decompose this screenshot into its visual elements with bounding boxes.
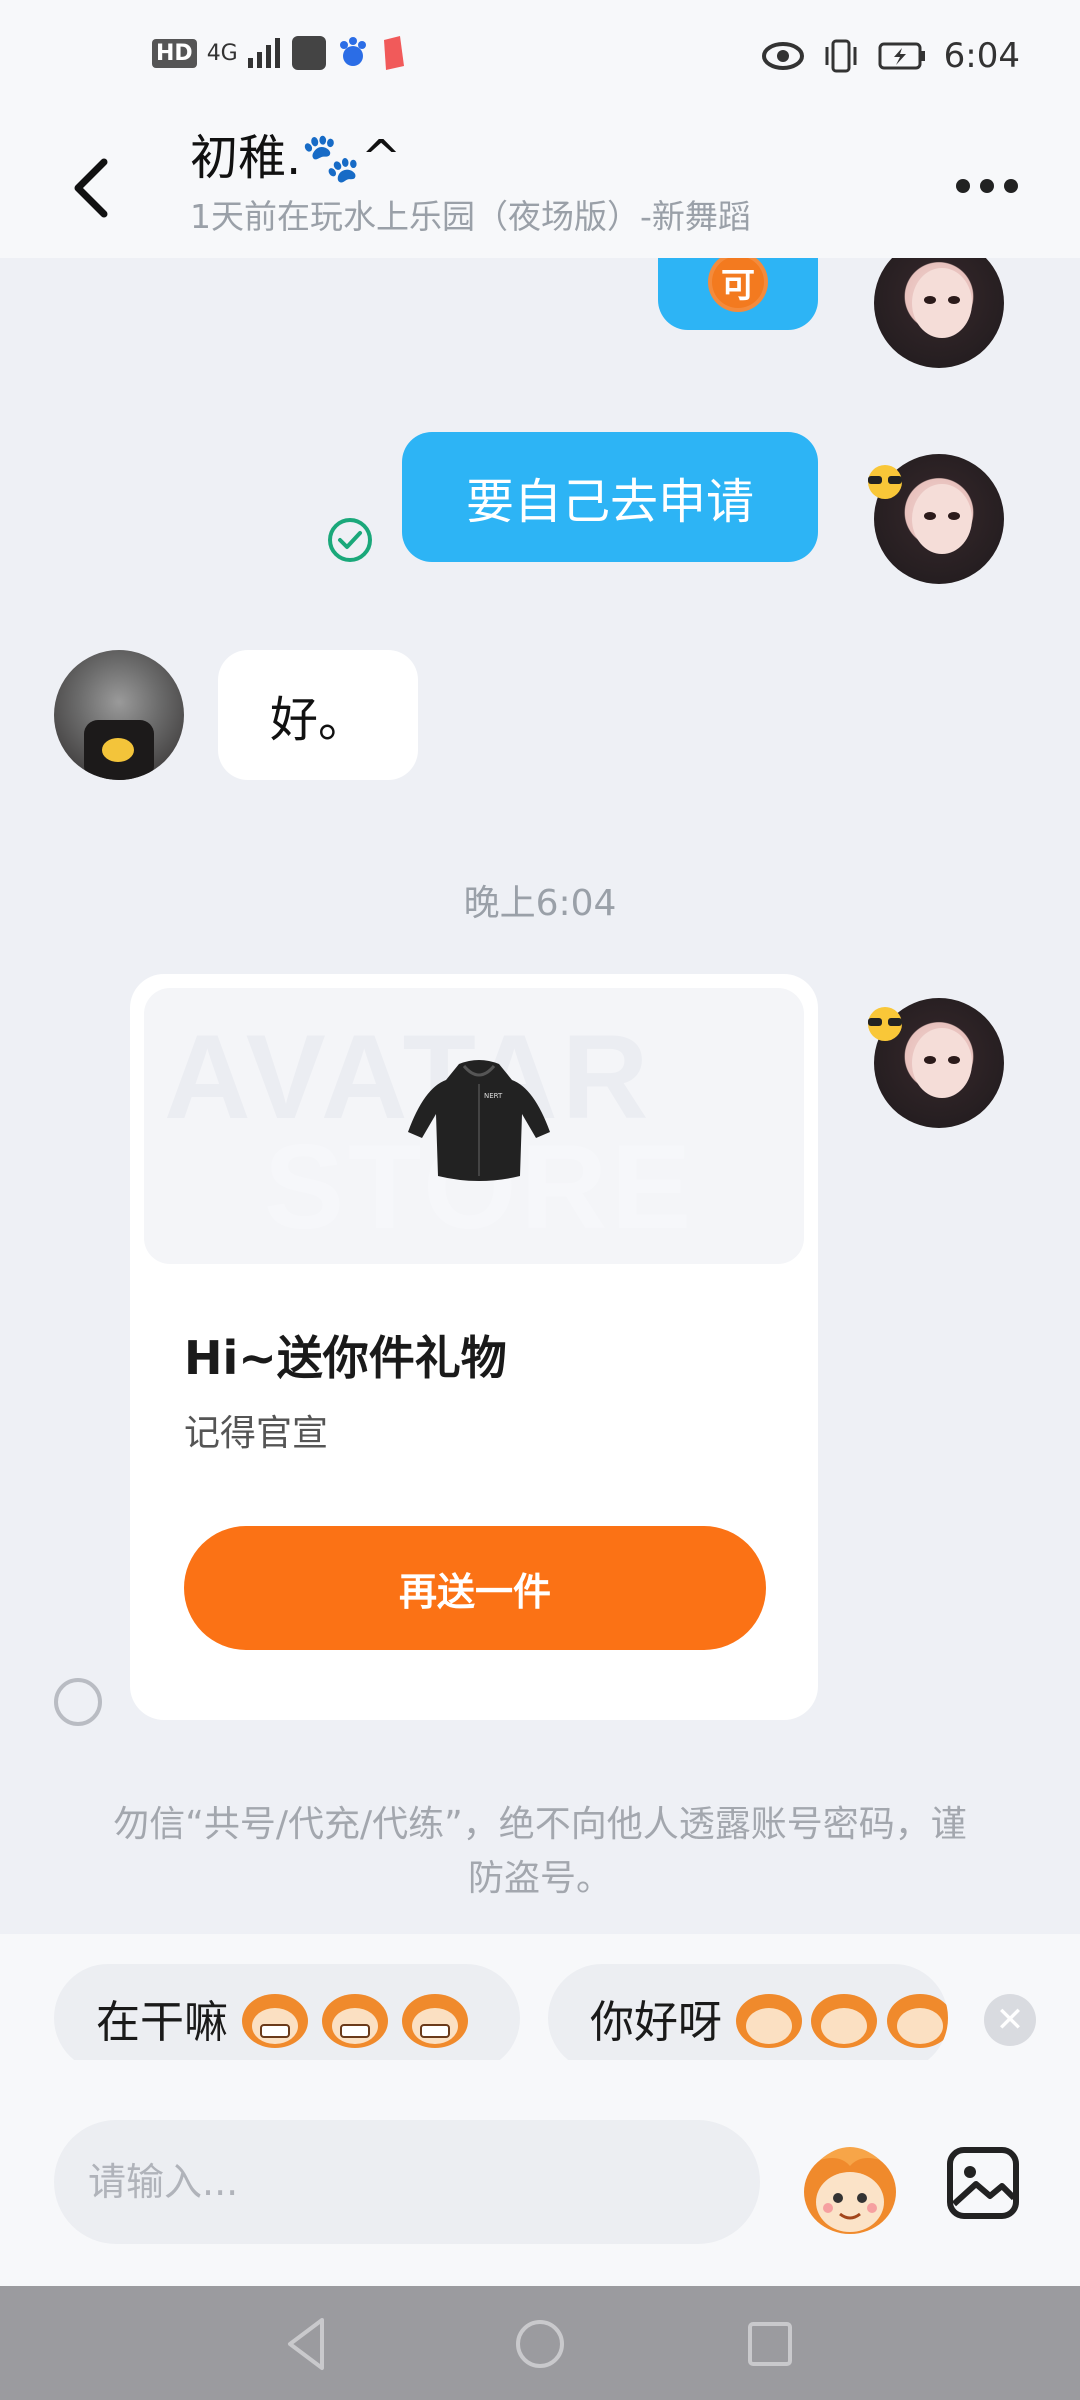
svg-text:NERT: NERT bbox=[484, 1092, 503, 1100]
more-options-icon[interactable] bbox=[956, 166, 1020, 206]
sunglasses-emoji-icon bbox=[868, 1007, 902, 1041]
contact-status: 1天前在玩水上乐园（夜场版）-新舞蹈 bbox=[190, 197, 751, 236]
nav-back-icon[interactable] bbox=[278, 2314, 338, 2374]
select-message-radio[interactable] bbox=[54, 1678, 102, 1726]
received-message[interactable]: 好。 bbox=[218, 650, 418, 780]
sent-message[interactable]: 要自己去申请 bbox=[402, 432, 818, 562]
quick-reply-text: 你好呀 bbox=[590, 1997, 722, 2048]
gift-card-title: Hi~送你件礼物 bbox=[184, 1331, 507, 1385]
grin-emoji-icon bbox=[322, 1988, 388, 2048]
chat-area[interactable]: 可 要自己去申请 好。 晚上6:04 AVATAR STORE NERT Hi~… bbox=[0, 258, 1080, 1934]
clock: 6:04 bbox=[943, 36, 1020, 76]
battery-icon bbox=[878, 42, 925, 70]
image-picker-icon[interactable] bbox=[946, 2146, 1020, 2220]
system-nav-bar bbox=[0, 2286, 1080, 2400]
coin-badge: 可 bbox=[708, 258, 768, 312]
emoji-mascot-icon[interactable] bbox=[800, 2140, 900, 2240]
app-notification-icon bbox=[291, 36, 326, 70]
contact-name[interactable]: 初稚.🐾^ bbox=[190, 118, 401, 188]
my-avatar[interactable] bbox=[874, 258, 1004, 368]
gift-card[interactable]: AVATAR STORE NERT Hi~送你件礼物 记得官宣 再送一件 bbox=[130, 974, 818, 1720]
quick-reply-chip[interactable]: 你好呀 bbox=[548, 1964, 948, 2072]
gift-card-subtitle: 记得官宣 bbox=[184, 1413, 329, 1454]
message-input[interactable] bbox=[54, 2120, 760, 2244]
sent-message[interactable]: 可 bbox=[658, 258, 818, 330]
status-right: 6:04 bbox=[761, 36, 1020, 76]
contact-avatar[interactable] bbox=[54, 650, 184, 780]
back-arrow-icon[interactable] bbox=[62, 148, 122, 228]
smile-emoji-icon bbox=[811, 1988, 878, 2048]
hd-indicator: HD bbox=[152, 38, 197, 68]
signal-icon bbox=[247, 38, 280, 68]
grin-emoji-icon bbox=[242, 1988, 308, 2048]
grin-emoji-icon bbox=[402, 1988, 468, 2048]
quick-reply-chip[interactable]: 在干嘛 bbox=[54, 1964, 520, 2072]
message-text: 要自己去申请 bbox=[465, 474, 754, 530]
close-quick-replies-icon[interactable]: ✕ bbox=[984, 1994, 1036, 2046]
network-indicator: 4G bbox=[206, 40, 238, 66]
status-left: HD 4G bbox=[152, 36, 406, 70]
nav-recents-icon[interactable] bbox=[740, 2314, 800, 2374]
sunglasses-emoji-icon bbox=[868, 465, 902, 499]
send-another-button[interactable]: 再送一件 bbox=[184, 1526, 766, 1650]
input-bar bbox=[0, 2060, 1080, 2286]
status-bar: HD 4G 6:04 bbox=[0, 0, 1080, 118]
read-check-icon bbox=[328, 518, 372, 562]
nav-home-icon[interactable] bbox=[510, 2314, 570, 2374]
smile-emoji-icon bbox=[736, 1988, 802, 2048]
red-app-icon bbox=[383, 36, 404, 70]
security-warning: 勿信“共号/代充/代练”，绝不向他人透露账号密码，谨防盗号。 bbox=[113, 1804, 967, 1899]
chat-header: 初稚.🐾^ 1天前在玩水上乐园（夜场版）-新舞蹈 bbox=[0, 118, 1080, 258]
message-timestamp: 晚上6:04 bbox=[463, 883, 617, 924]
quick-reply-text: 在干嘛 bbox=[96, 1997, 228, 2048]
quick-replies: 在干嘛 你好呀 ✕ bbox=[0, 1934, 1080, 2072]
message-text: 好。 bbox=[269, 692, 366, 748]
baidu-icon bbox=[339, 37, 366, 66]
hoodie-item-icon: NERT bbox=[408, 1060, 550, 1181]
gift-preview: AVATAR STORE NERT bbox=[144, 988, 804, 1264]
vibrate-icon bbox=[825, 39, 857, 73]
smile-emoji-icon bbox=[886, 1988, 948, 2048]
eye-icon bbox=[761, 42, 804, 70]
